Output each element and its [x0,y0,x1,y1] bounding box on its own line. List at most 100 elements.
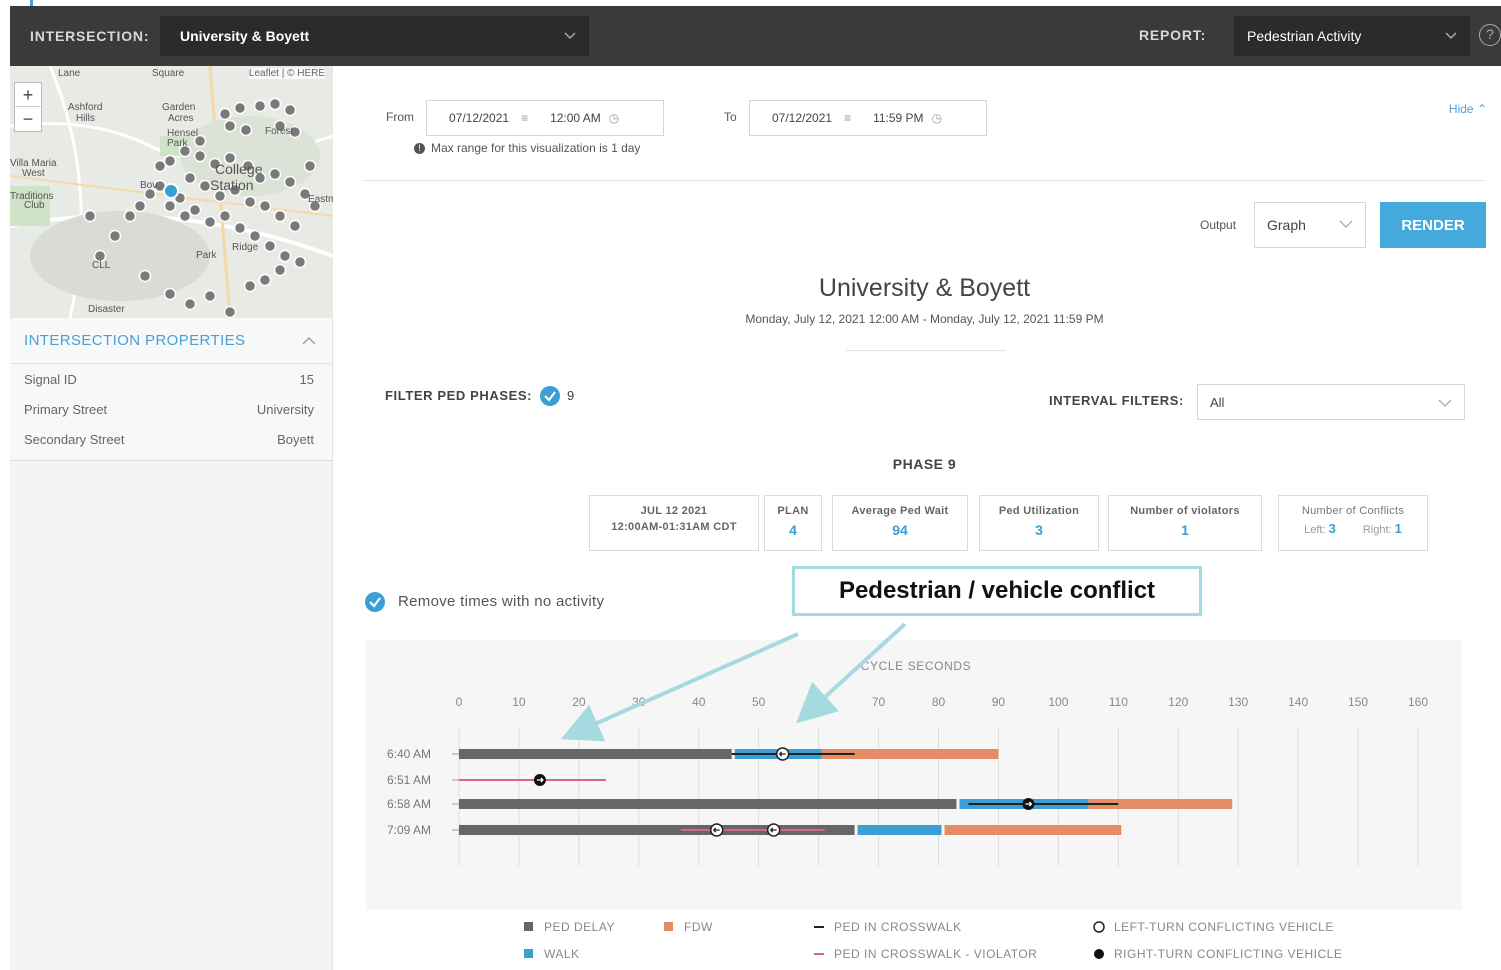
map-place-label: Eastma [308,194,333,205]
x-tick-label: 0 [456,695,463,709]
signal-marker[interactable] [239,123,253,137]
calendar-icon[interactable]: ≡ [521,111,528,125]
conflicts-values: Left: 3 Right: 1 [1279,521,1427,536]
signal-marker[interactable] [193,149,207,163]
signal-marker[interactable] [163,199,177,213]
signal-marker[interactable] [248,229,262,243]
signal-marker[interactable] [163,287,177,301]
signal-marker[interactable] [153,159,167,173]
signal-marker[interactable] [303,159,317,173]
legend-left-turn-icon [1093,921,1105,933]
output-select[interactable]: Graph [1254,202,1366,248]
signal-marker[interactable] [178,209,192,223]
chevron-down-icon [1339,220,1353,228]
signal-marker[interactable] [138,269,152,283]
calendar-icon[interactable]: ≡ [844,111,851,125]
signal-marker[interactable] [288,219,302,233]
properties-header[interactable]: INTERSECTION PROPERTIES [10,318,332,364]
remove-no-activity-label[interactable]: Remove times with no activity [398,593,604,610]
card-title: PLAN [777,505,809,517]
signal-marker[interactable] [218,107,232,121]
check-icon[interactable] [540,386,560,406]
signal-marker[interactable] [203,289,217,303]
signal-marker[interactable] [253,99,267,113]
chevron-down-icon [1438,399,1452,407]
to-datetime[interactable]: 07/12/2021 ≡ 11:59 PM ◷ [749,100,987,136]
report-select[interactable]: Pedestrian Activity [1234,16,1470,56]
signal-marker[interactable] [223,305,237,318]
selected-signal-marker[interactable] [163,183,179,199]
hide-label: Hide [1448,102,1474,116]
walk-bar [857,825,942,835]
clock-icon[interactable]: ◷ [609,111,619,125]
map-place-label: Disaster [88,304,125,315]
signal-marker[interactable] [258,273,272,287]
interval-filters-select[interactable]: All [1197,384,1465,420]
signal-marker[interactable] [243,195,257,209]
intersection-select[interactable]: University & Boyett [160,16,589,56]
x-tick-label: 30 [632,695,646,709]
signal-marker[interactable] [263,239,277,253]
conflicts-left-value: 3 [1328,521,1336,536]
map[interactable]: Lane Square Ashford Hills Garden Acres Forest H… [10,66,333,318]
range-note: ! Max range for this visualization is 1 … [414,141,640,155]
card-title: Ped Utilization [998,505,1080,517]
range-note-text: Max range for this visualization is 1 da… [431,141,641,155]
zoom-out-button[interactable]: − [15,107,41,131]
report-subtitle: Monday, July 12, 2021 12:00 AM - Monday,… [745,312,1104,326]
signal-marker[interactable] [223,119,237,133]
property-label: Primary Street [24,401,108,417]
legend-label: PED IN CROSSWALK [834,920,962,934]
map-place-label: Acres [168,113,194,124]
summary-card-avg-ped-wait: Average Ped Wait 94 [832,495,968,551]
help-icon[interactable]: ? [1479,24,1501,46]
signal-marker[interactable] [258,199,272,213]
signal-marker[interactable] [273,263,287,277]
signal-marker[interactable] [243,279,257,293]
signal-marker[interactable] [233,221,247,235]
signal-marker[interactable] [273,209,287,223]
signal-marker[interactable] [278,249,292,263]
signal-marker[interactable] [123,209,137,223]
render-button[interactable]: RENDER [1380,202,1486,248]
from-datetime[interactable]: 07/12/2021 ≡ 12:00 AM ◷ [426,100,664,136]
check-icon[interactable] [365,592,385,612]
property-value: 15 [299,371,314,387]
signal-marker[interactable] [188,203,202,217]
signal-marker[interactable] [268,167,282,181]
signal-marker[interactable] [218,209,232,223]
map-place-label: Club [24,200,45,211]
card-value: 4 [789,522,797,538]
report-value: Pedestrian Activity [1247,28,1362,44]
to-date-value: 07/12/2021 [772,111,833,125]
x-tick-label: 130 [1228,695,1248,709]
signal-marker[interactable] [183,171,197,185]
x-tick-label: 70 [872,695,886,709]
signal-marker[interactable] [198,179,212,193]
legend-label: LEFT-TURN CONFLICTING VEHICLE [1114,920,1334,934]
zoom-in-button[interactable]: + [15,83,41,107]
signal-marker[interactable] [233,101,247,115]
clock-icon[interactable]: ◷ [932,111,942,125]
property-value: University [256,401,314,417]
signal-marker[interactable] [133,199,147,213]
x-tick-label: 140 [1288,695,1308,709]
signal-marker[interactable] [283,103,297,117]
chevron-down-icon [1445,32,1457,40]
row-time-label: 6:40 AM [387,747,431,761]
map-place-label: Lane [58,68,81,79]
property-row: Signal ID 15 [10,364,332,394]
signal-marker[interactable] [163,154,177,168]
signal-marker[interactable] [183,297,197,311]
signal-marker[interactable] [268,97,282,111]
signal-marker[interactable] [293,255,307,269]
x-tick-label: 40 [692,695,706,709]
ped-delay-bar [459,749,732,759]
card-title: Number of violators [1130,505,1240,517]
signal-marker[interactable] [203,215,217,229]
signal-marker[interactable] [83,209,97,223]
signal-marker[interactable] [283,175,297,189]
signal-marker[interactable] [108,229,122,243]
map-attribution[interactable]: Leaflet | © HERE [248,68,325,79]
hide-link[interactable]: Hide ⌃ [1449,102,1487,116]
